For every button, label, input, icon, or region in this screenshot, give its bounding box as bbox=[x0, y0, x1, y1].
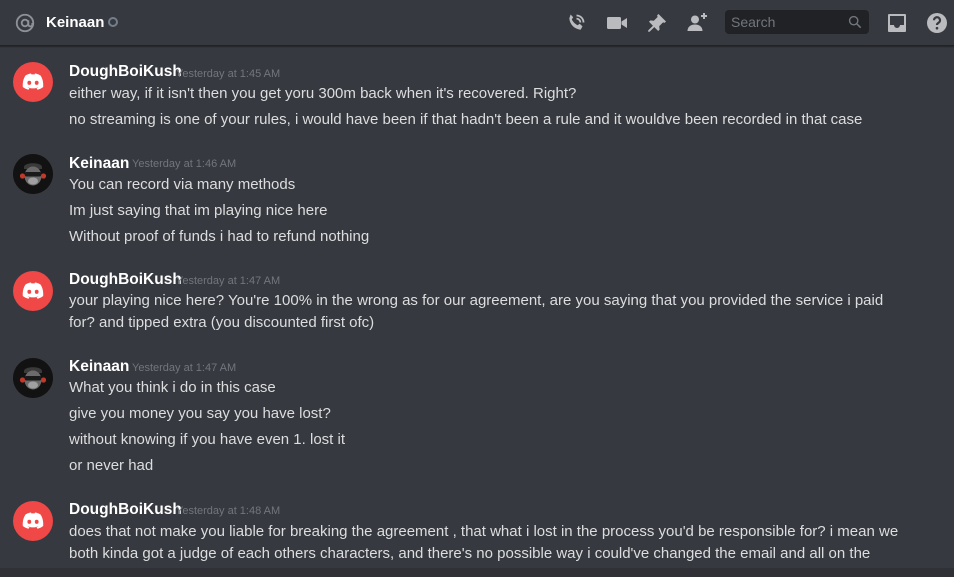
message-timestamp: Yesterday at 1:45 AM bbox=[176, 68, 281, 80]
channel-header: Keinaan bbox=[0, 0, 954, 46]
avatar[interactable] bbox=[13, 154, 53, 194]
message-content: does that not make you liable for breaki… bbox=[69, 523, 899, 562]
message-timestamp: Yesterday at 1:47 AM bbox=[132, 362, 237, 374]
message-timestamp: Yesterday at 1:48 AM bbox=[176, 505, 281, 517]
message-content: Im just saying that im playing nice here bbox=[69, 202, 328, 219]
message-author[interactable]: Keinaan bbox=[69, 154, 129, 174]
monkey-avatar-icon bbox=[13, 358, 53, 398]
dm-recipient-name: Keinaan bbox=[46, 14, 105, 31]
message-author[interactable]: DoughBoiKush bbox=[69, 62, 182, 82]
avatar[interactable] bbox=[13, 501, 53, 541]
add-friend-icon[interactable] bbox=[685, 11, 709, 35]
avatar[interactable] bbox=[13, 358, 53, 398]
monkey-avatar-icon bbox=[13, 154, 53, 194]
discord-logo-icon bbox=[22, 73, 44, 90]
new-messages-bar[interactable] bbox=[0, 568, 954, 577]
at-sign-icon bbox=[15, 13, 35, 33]
message-content: your playing nice here? You're 100% in t… bbox=[69, 292, 884, 331]
avatar[interactable] bbox=[13, 271, 53, 311]
message-content: either way, if it isn't then you get yor… bbox=[69, 85, 577, 102]
call-icon[interactable] bbox=[564, 11, 588, 35]
video-icon[interactable] bbox=[605, 11, 629, 35]
message-author[interactable]: DoughBoiKush bbox=[69, 500, 182, 520]
new-messages-bar-bg bbox=[0, 568, 954, 577]
search-icon bbox=[848, 15, 862, 29]
message-content: or never had bbox=[69, 457, 154, 474]
help-icon[interactable] bbox=[925, 11, 949, 35]
message-content: Without proof of funds i had to refund n… bbox=[69, 228, 370, 245]
status-offline-icon bbox=[108, 17, 118, 27]
avatar[interactable] bbox=[13, 62, 53, 102]
message-author[interactable]: DoughBoiKush bbox=[69, 270, 182, 290]
message-content: give you money you say you have lost? bbox=[69, 405, 331, 422]
message-content: without knowing if you have even 1. lost… bbox=[69, 431, 345, 448]
search-bar[interactable] bbox=[725, 10, 869, 34]
message-list[interactable]: DoughBoiKush Yesterday at 1:45 AM either… bbox=[0, 46, 954, 577]
message-content: no streaming is one of your rules, i wou… bbox=[69, 111, 863, 128]
discord-logo-icon bbox=[22, 512, 44, 529]
message-content: You can record via many methods bbox=[69, 176, 296, 193]
pin-icon[interactable] bbox=[645, 11, 669, 35]
message-timestamp: Yesterday at 1:46 AM bbox=[132, 158, 237, 170]
message-content: What you think i do in this case bbox=[69, 379, 276, 396]
message-timestamp: Yesterday at 1:47 AM bbox=[176, 275, 281, 287]
search-input[interactable] bbox=[725, 10, 843, 34]
message-author[interactable]: Keinaan bbox=[69, 357, 129, 377]
discord-logo-icon bbox=[22, 282, 44, 299]
inbox-icon[interactable] bbox=[885, 11, 909, 35]
